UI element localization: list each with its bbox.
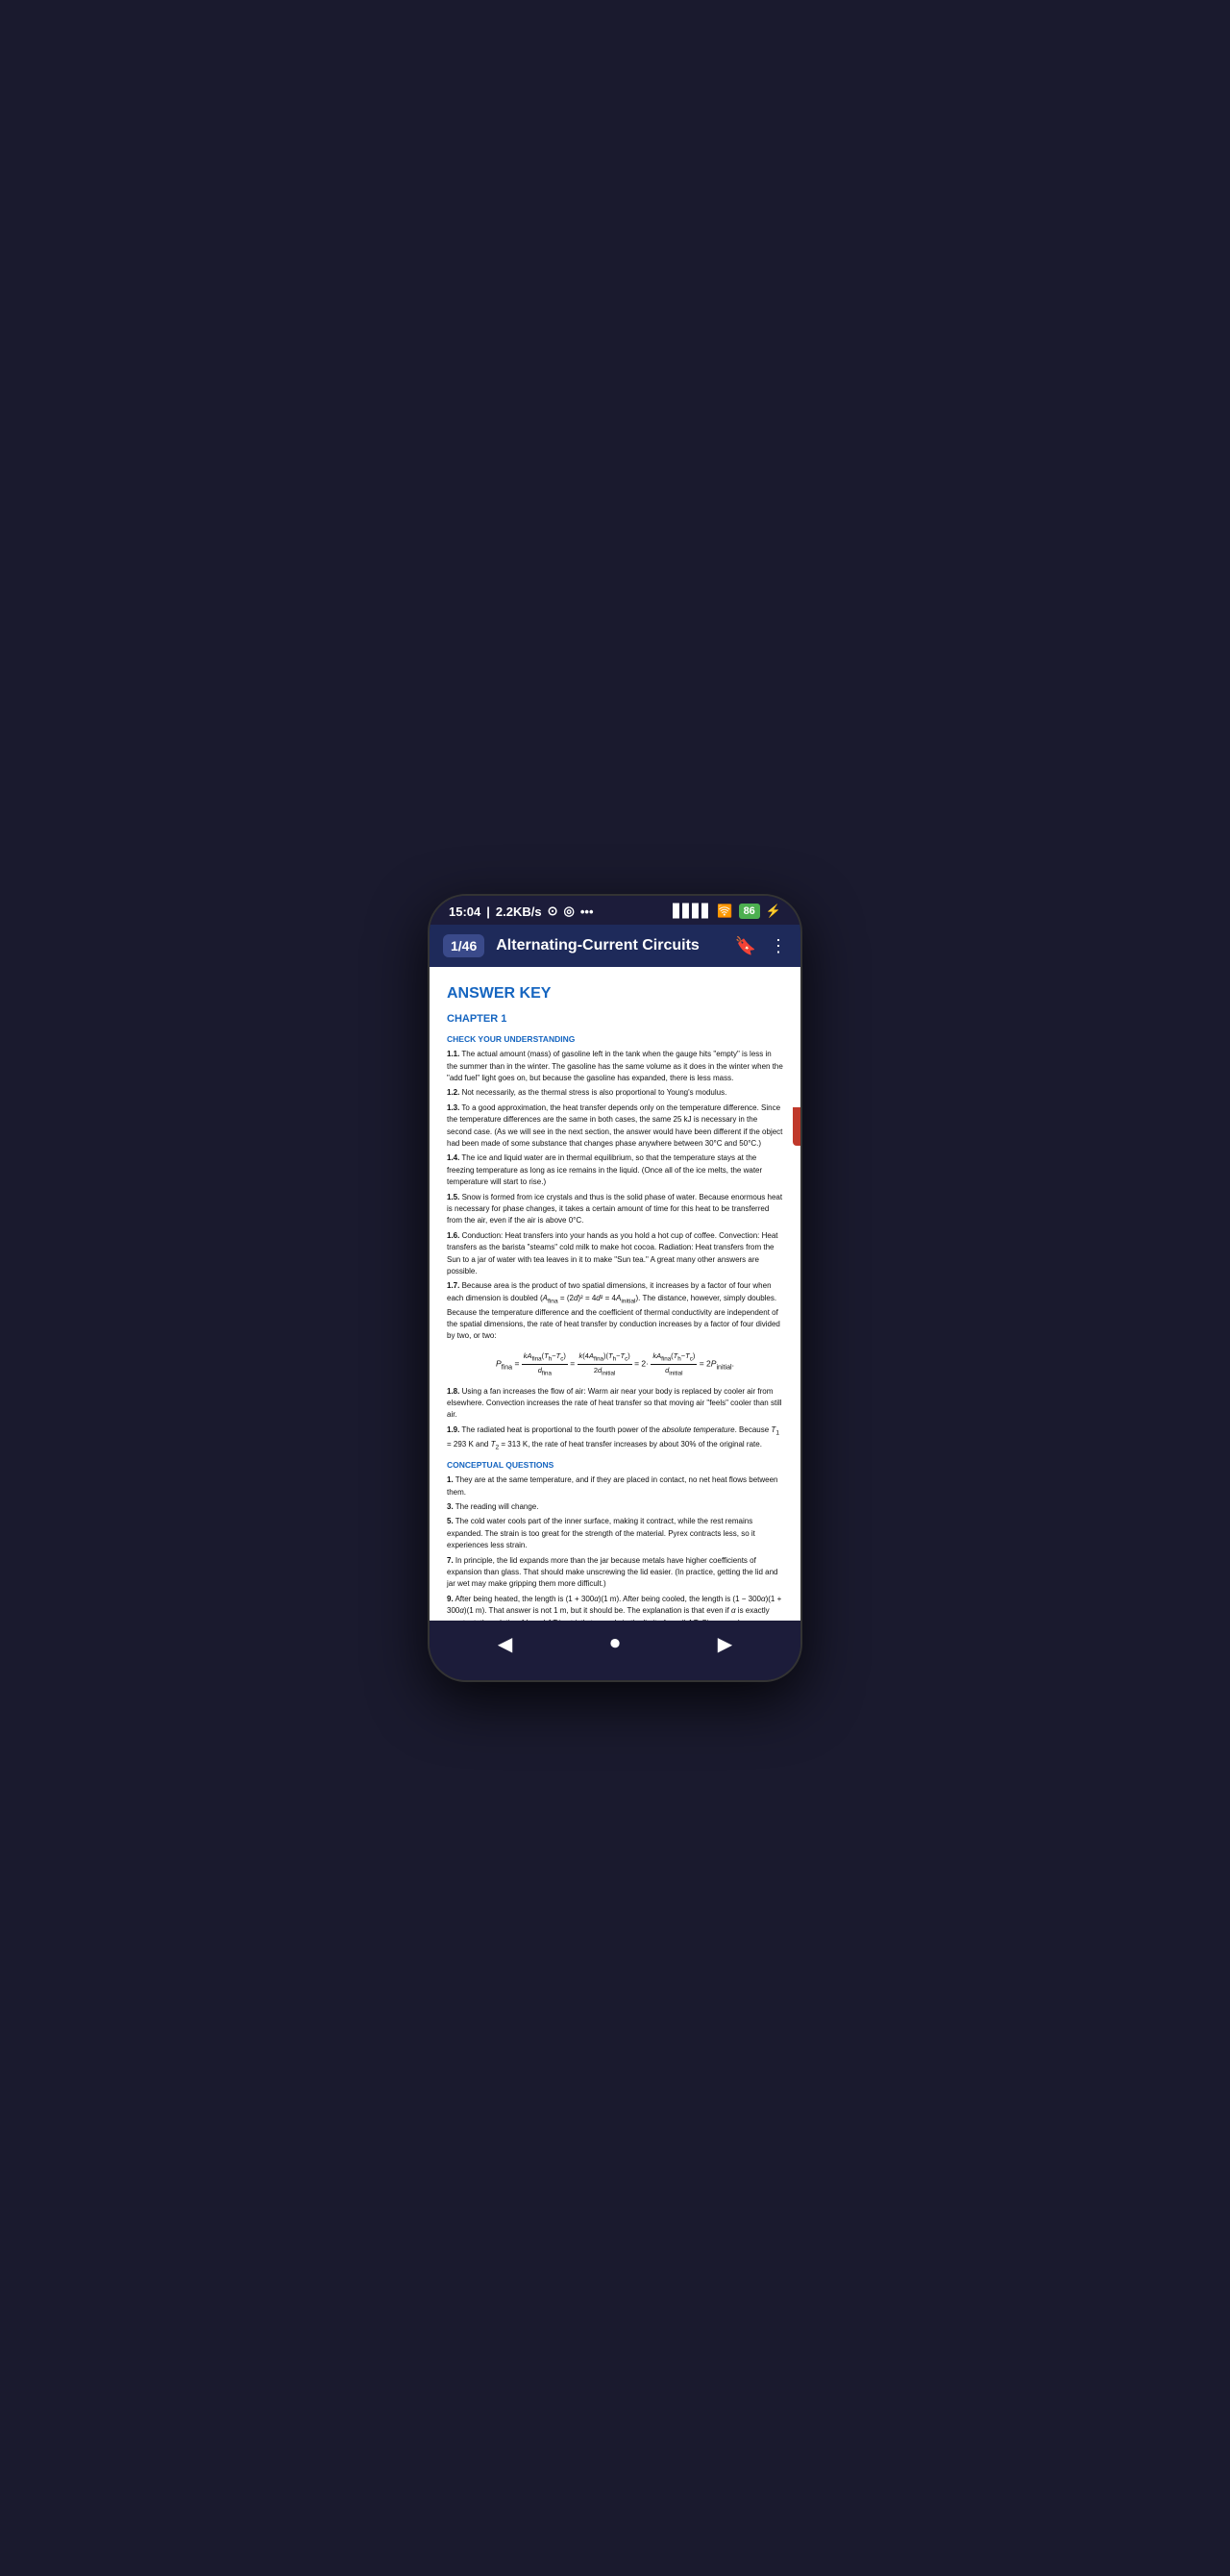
bottom-nav: ◀ ⏺ ▶ [430,1621,800,1672]
back-button[interactable]: ◀ [498,1632,512,1656]
more-options-button[interactable]: ⋮ [770,936,787,956]
item-1-9: 1.9. The radiated heat is proportional t… [447,1424,783,1453]
item-1-3: 1.3. To a good approximation, the heat t… [447,1102,783,1151]
cq-7: 7. In principle, the lid expands more th… [447,1555,783,1591]
bookmark-button[interactable]: 🔖 [735,936,756,956]
red-bookmark [793,1107,800,1146]
item-1-1: 1.1. The actual amount (mass) of gasolin… [447,1049,783,1084]
item-1-4: 1.4. The ice and liquid water are in the… [447,1152,783,1188]
conceptual-heading: CONCEPTUAL QUESTIONS [447,1459,783,1472]
wifi-icon: 🛜 [717,904,732,919]
status-icon-2: ◎ [564,904,575,919]
status-icon-1: ⊙ [548,904,558,919]
page-badge[interactable]: 1/46 [443,934,484,957]
dots-icon: ••• [580,904,594,919]
phone-frame: 15:04 | 2.2KB/s ⊙ ◎ ••• ▋▋▋▋ 🛜 86 ⚡ 1/46… [428,894,802,1682]
item-1-5: 1.5. Snow is formed from ice crystals an… [447,1192,783,1227]
forward-button[interactable]: ▶ [718,1632,732,1656]
top-bar: 1/46 Alternating-Current Circuits 🔖 ⋮ [430,925,800,967]
content-area[interactable]: ANSWER KEY CHAPTER 1 CHECK YOUR UNDERSTA… [430,967,800,1621]
network-speed: | [486,904,490,919]
chapter-title: CHAPTER 1 [447,1011,783,1028]
check-your-understanding-heading: CHECK YOUR UNDERSTANDING [447,1033,783,1046]
item-1-2: 1.2. Not necessarily, as the thermal str… [447,1087,783,1099]
item-1-8: 1.8. Using a fan increases the flow of a… [447,1386,783,1422]
network-speed-value: 2.2KB/s [496,904,542,919]
item-1-7: 1.7. Because area is the product of two … [447,1280,783,1342]
signal-icon: ▋▋▋▋ [673,904,711,919]
answer-key-title: ANSWER KEY [447,982,783,1005]
cq-1: 1. They are at the same temperature, and… [447,1474,783,1499]
cq-5: 5. The cold water cools part of the inne… [447,1516,783,1551]
cq-3: 3. The reading will change. [447,1501,783,1513]
status-right: ▋▋▋▋ 🛜 86 ⚡ [673,904,781,919]
top-icons: 🔖 ⋮ [735,936,787,956]
home-button[interactable]: ⏺ [610,1633,620,1655]
cq-9: 9. After being heated, the length is (1 … [447,1594,783,1621]
book-title: Alternating-Current Circuits [496,937,723,954]
item-1-6: 1.6. Conduction: Heat transfers into you… [447,1230,783,1278]
charging-icon: ⚡ [766,904,781,919]
formula-1-7: Pfina = kAfina(Th−Tc)dfina = k(4Afina)(T… [447,1350,783,1378]
time-display: 15:04 [449,904,480,919]
battery-display: 86 [739,904,760,919]
status-bar: 15:04 | 2.2KB/s ⊙ ◎ ••• ▋▋▋▋ 🛜 86 ⚡ [430,896,800,925]
status-left: 15:04 | 2.2KB/s ⊙ ◎ ••• [449,904,594,919]
